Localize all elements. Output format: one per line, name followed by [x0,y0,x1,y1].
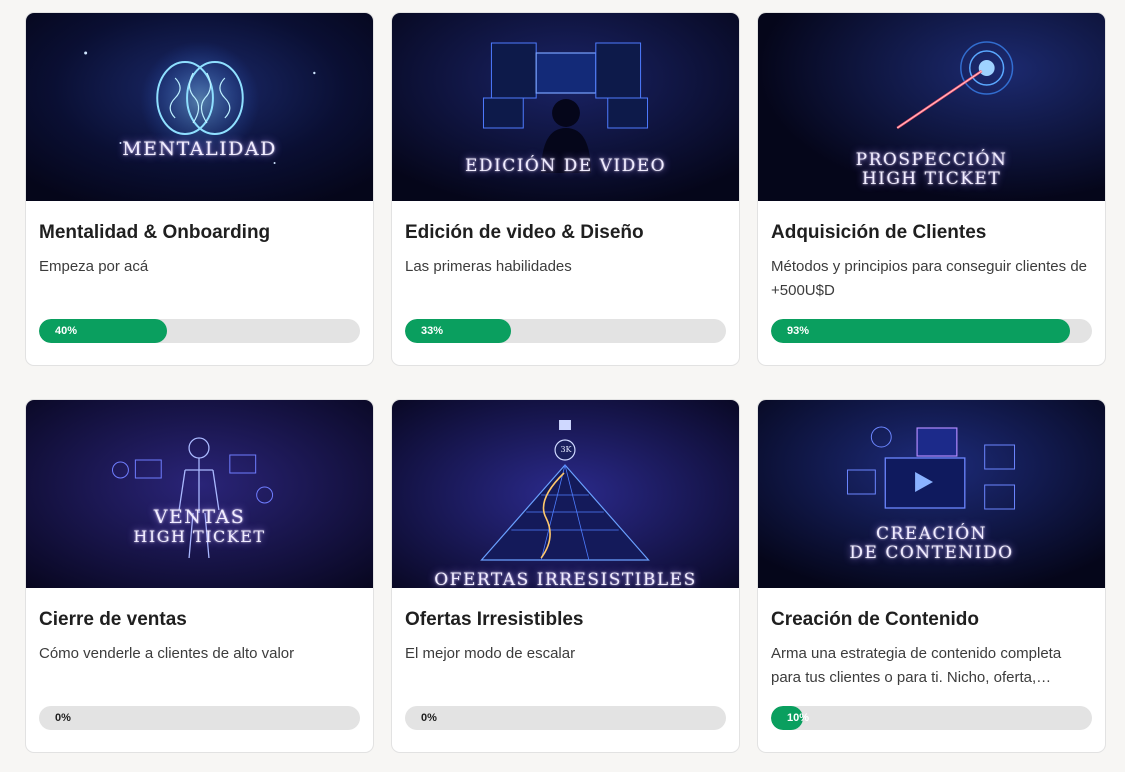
thumbnail-title-line-2: HIGH TICKET [133,527,266,546]
progress-bar: 0% [39,706,360,730]
progress-bar: 33% [405,319,726,343]
thumbnail-title: MENTALIDAD [26,140,373,159]
thumbnail-title-line-1: OFERTAS IRRESISTIBLES [434,570,697,589]
progress-label: 93% [787,325,810,337]
thumbnail-title-line-1: PROSPECCIÓN [855,150,1008,170]
thumbnail-title: PROSPECCIÓN HIGH TICKET [758,151,1105,189]
thumbnail-title: OFERTAS IRRESISTIBLES [392,570,739,589]
progress-bar: 93% [771,319,1092,343]
course-description: Métodos y principios para conseguir clie… [771,258,1088,299]
course-title[interactable]: Cierre de ventas [39,608,360,632]
thumbnail-title: VENTAS HIGH TICKET [26,506,373,547]
course-title[interactable]: Creación de Contenido [771,608,1092,632]
course-description: Las primeras habilidades [405,258,572,275]
course-description: Cómo venderle a clientes de alto valor [39,645,295,662]
course-card-adquisicion[interactable]: PROSPECCIÓN HIGH TICKET Adquisición de C… [757,12,1106,366]
progress-label: 40% [55,325,78,337]
progress-bar: 40% [39,319,360,343]
course-description: El mejor modo de escalar [405,645,576,662]
thumbnail-title-line-1: EDICIÓN DE VIDEO [464,156,667,176]
thumbnail-badge: 3K [560,445,572,454]
progress-bar: 10% [771,706,1092,730]
course-card-creacion[interactable]: CREACIÓN DE CONTENIDO Creación de Conten… [757,399,1106,753]
course-thumbnail[interactable]: CREACIÓN DE CONTENIDO [758,400,1105,588]
course-card-ventas[interactable]: VENTAS HIGH TICKET Cierre de ventas Cómo… [25,399,374,753]
course-description: Arma una estrategia de contenido complet… [771,645,1062,686]
course-grid: MENTALIDAD Mentalidad & Onboarding Empez… [25,12,1107,753]
progress-label: 0% [55,712,71,724]
course-title[interactable]: Ofertas Irresistibles [405,608,726,632]
course-description: Empeza por acá [39,258,149,275]
course-thumbnail[interactable]: VENTAS HIGH TICKET [26,400,373,588]
thumbnail-title-line-2: HIGH TICKET [861,169,1002,189]
course-thumbnail[interactable]: OFERTAS IRRESISTIBLES 3K [392,400,739,588]
course-title[interactable]: Adquisición de Clientes [771,221,1092,245]
thumbnail-title: CREACIÓN DE CONTENIDO [758,525,1105,563]
progress-label: 33% [421,325,444,337]
progress-fill [771,319,1070,343]
course-card-ofertas[interactable]: OFERTAS IRRESISTIBLES 3K Ofertas Irresis… [391,399,740,753]
thumbnail-title-line-1: MENTALIDAD [122,138,277,160]
course-thumbnail[interactable]: MENTALIDAD [26,13,373,201]
progress-label: 0% [421,712,437,724]
course-thumbnail[interactable]: PROSPECCIÓN HIGH TICKET [758,13,1105,201]
thumbnail-title-line-2: DE CONTENIDO [849,543,1014,563]
course-card-mentalidad[interactable]: MENTALIDAD Mentalidad & Onboarding Empez… [25,12,374,366]
course-title[interactable]: Mentalidad & Onboarding [39,221,360,245]
person-hologram-icon [26,400,373,588]
course-title[interactable]: Edición de video & Diseño [405,221,726,245]
thumbnail-title-line-1: VENTAS [153,506,246,528]
progress-bar: 0% [405,706,726,730]
thumbnail-title-line-1: CREACIÓN [875,524,988,544]
brain-icon [26,13,373,201]
course-card-edicion[interactable]: EDICIÓN DE VIDEO Edición de video & Dise… [391,12,740,366]
progress-label: 10% [787,712,810,724]
course-thumbnail[interactable]: EDICIÓN DE VIDEO [392,13,739,201]
thumbnail-title: EDICIÓN DE VIDEO [392,157,739,176]
pyramid-icon [392,400,739,588]
